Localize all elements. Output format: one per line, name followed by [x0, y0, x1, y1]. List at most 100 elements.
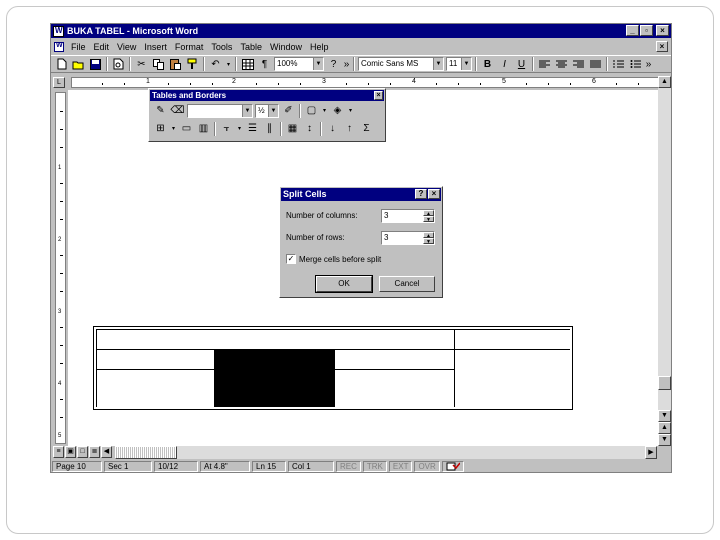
- table-cell[interactable]: [97, 370, 215, 407]
- tables-borders-title[interactable]: Tables and Borders ×: [150, 90, 384, 101]
- horizontal-scrollbar[interactable]: ≡ ▣ □ ≣ ◀ ▶: [51, 446, 671, 459]
- scroll-down-icon[interactable]: ▼: [658, 410, 671, 422]
- outline-view-icon[interactable]: ≣: [89, 446, 100, 458]
- menu-edit[interactable]: Edit: [90, 42, 114, 52]
- document-table[interactable]: [93, 326, 573, 410]
- vertical-scrollbar[interactable]: ▲ ▼ ▲ ▼: [658, 76, 671, 446]
- selected-table-cell[interactable]: [215, 350, 335, 407]
- close-button[interactable]: ×: [656, 25, 669, 36]
- split-cells-icon[interactable]: ▥: [196, 121, 211, 136]
- outside-border-icon[interactable]: ▢: [304, 103, 319, 118]
- bold-button[interactable]: B: [480, 57, 495, 72]
- cut-icon[interactable]: ✂: [134, 57, 149, 72]
- open-folder-icon[interactable]: [71, 57, 86, 72]
- align-top-icon[interactable]: ⫟: [219, 121, 234, 136]
- horizontal-scroll-track[interactable]: [115, 446, 645, 459]
- insert-table-dropdown-arrow-icon[interactable]: ▾: [170, 121, 177, 136]
- status-ovr[interactable]: OVR: [414, 461, 440, 472]
- zoom-dropdown-arrow-icon[interactable]: ▼: [313, 58, 323, 70]
- font-combo[interactable]: Comic Sans MS ▼: [358, 57, 444, 71]
- dialog-close-button[interactable]: ×: [428, 189, 440, 199]
- rows-down-icon[interactable]: ▼: [423, 238, 434, 245]
- restore-button[interactable]: ▫: [640, 25, 653, 36]
- border-color-icon[interactable]: ✐: [281, 103, 296, 118]
- copy-icon[interactable]: [151, 57, 166, 72]
- eraser-icon[interactable]: ⌫: [170, 103, 185, 118]
- cancel-button[interactable]: Cancel: [379, 276, 435, 292]
- merge-cells-icon[interactable]: ▭: [179, 121, 194, 136]
- italic-button[interactable]: I: [497, 57, 512, 72]
- scroll-right-icon[interactable]: ▶: [645, 446, 657, 459]
- tab-selector-icon[interactable]: L: [53, 77, 65, 88]
- table-cell[interactable]: [335, 370, 455, 407]
- sort-descending-icon[interactable]: ↑: [342, 121, 357, 136]
- insert-table-icon[interactable]: ⊞: [153, 121, 168, 136]
- new-document-icon[interactable]: [54, 57, 69, 72]
- menu-help[interactable]: Help: [306, 42, 333, 52]
- align-center-icon[interactable]: [554, 57, 569, 72]
- line-style-dropdown-arrow-icon[interactable]: ▼: [242, 104, 252, 117]
- format-painter-icon[interactable]: [185, 57, 200, 72]
- split-cells-dialog[interactable]: Split Cells ? × Number of columns: 3 ▲ ▼…: [279, 186, 443, 298]
- justify-icon[interactable]: [588, 57, 603, 72]
- more-buttons-icon[interactable]: »: [645, 57, 652, 72]
- minimize-button[interactable]: _: [626, 25, 639, 36]
- font-dropdown-arrow-icon[interactable]: ▼: [433, 58, 443, 70]
- align-right-icon[interactable]: [571, 57, 586, 72]
- distribute-columns-icon[interactable]: ∥: [262, 121, 277, 136]
- merge-cells-checkbox-row[interactable]: ✓ Merge cells before split: [286, 254, 381, 264]
- font-size-dropdown-arrow-icon[interactable]: ▼: [461, 58, 471, 70]
- paste-icon[interactable]: [168, 57, 183, 72]
- tables-borders-toolbar[interactable]: Tables and Borders × ✎ ⌫ ▼ ½ ▼ ✐ ▢ ▾ ◈ ▾ …: [148, 88, 386, 142]
- print-layout-icon[interactable]: □: [77, 446, 88, 458]
- word-app-icon[interactable]: [53, 25, 64, 37]
- menu-file[interactable]: File: [67, 42, 90, 52]
- ok-button[interactable]: OK: [315, 275, 373, 293]
- title-bar[interactable]: BUKA TABEL - Microsoft Word _ ▫ ×: [51, 24, 671, 38]
- scroll-up-icon[interactable]: ▲: [658, 76, 671, 88]
- document-close-button[interactable]: ×: [656, 41, 668, 52]
- menu-format[interactable]: Format: [171, 42, 208, 52]
- previous-page-icon[interactable]: ▲: [658, 422, 671, 434]
- save-icon[interactable]: [88, 57, 103, 72]
- merge-cells-checkbox[interactable]: ✓: [286, 254, 296, 264]
- change-text-direction-icon[interactable]: ↕: [302, 121, 317, 136]
- zoom-combo[interactable]: 100% ▼: [274, 57, 324, 71]
- autosum-icon[interactable]: Σ: [359, 121, 374, 136]
- insert-table-icon[interactable]: [240, 57, 255, 72]
- menu-tools[interactable]: Tools: [207, 42, 236, 52]
- table-cell[interactable]: [455, 330, 570, 350]
- align-dropdown-arrow-icon[interactable]: ▾: [236, 121, 243, 136]
- line-style-combo[interactable]: ▼: [187, 103, 253, 118]
- status-rec[interactable]: REC: [336, 461, 361, 472]
- status-trk[interactable]: TRK: [362, 461, 387, 472]
- sort-ascending-icon[interactable]: ↓: [325, 121, 340, 136]
- distribute-rows-icon[interactable]: ☰: [245, 121, 260, 136]
- columns-spinner[interactable]: 3 ▲ ▼: [381, 209, 435, 223]
- print-preview-icon[interactable]: [111, 57, 126, 72]
- dialog-title-bar[interactable]: Split Cells ? ×: [281, 188, 441, 201]
- shading-color-icon[interactable]: ◈: [330, 103, 345, 118]
- table-cell[interactable]: [455, 350, 570, 407]
- web-layout-icon[interactable]: ▣: [65, 446, 76, 458]
- document-icon[interactable]: [54, 42, 64, 52]
- horizontal-ruler[interactable]: 1 2 3 4 5 6: [71, 77, 659, 88]
- status-ext[interactable]: EXT: [388, 461, 413, 472]
- menu-window[interactable]: Window: [266, 42, 306, 52]
- vertical-ruler[interactable]: 1 2 3 4 5: [55, 92, 66, 444]
- menu-table[interactable]: Table: [236, 42, 266, 52]
- rows-spinner[interactable]: 3 ▲ ▼: [381, 231, 435, 245]
- columns-down-icon[interactable]: ▼: [423, 216, 434, 223]
- horizontal-scroll-thumb[interactable]: [115, 446, 177, 459]
- spelling-status-icon[interactable]: [441, 461, 464, 472]
- normal-view-icon[interactable]: ≡: [53, 446, 64, 458]
- underline-button[interactable]: U: [514, 57, 529, 72]
- line-weight-combo[interactable]: ½ ▼: [255, 103, 279, 118]
- font-size-combo[interactable]: 11 ▼: [446, 57, 472, 71]
- more-buttons-icon[interactable]: »: [343, 57, 350, 72]
- line-weight-dropdown-arrow-icon[interactable]: ▼: [268, 104, 278, 117]
- show-hide-icon[interactable]: ¶: [257, 57, 272, 72]
- vertical-scroll-thumb[interactable]: [658, 376, 671, 390]
- bullets-icon[interactable]: [628, 57, 643, 72]
- scroll-left-icon[interactable]: ◀: [101, 446, 112, 458]
